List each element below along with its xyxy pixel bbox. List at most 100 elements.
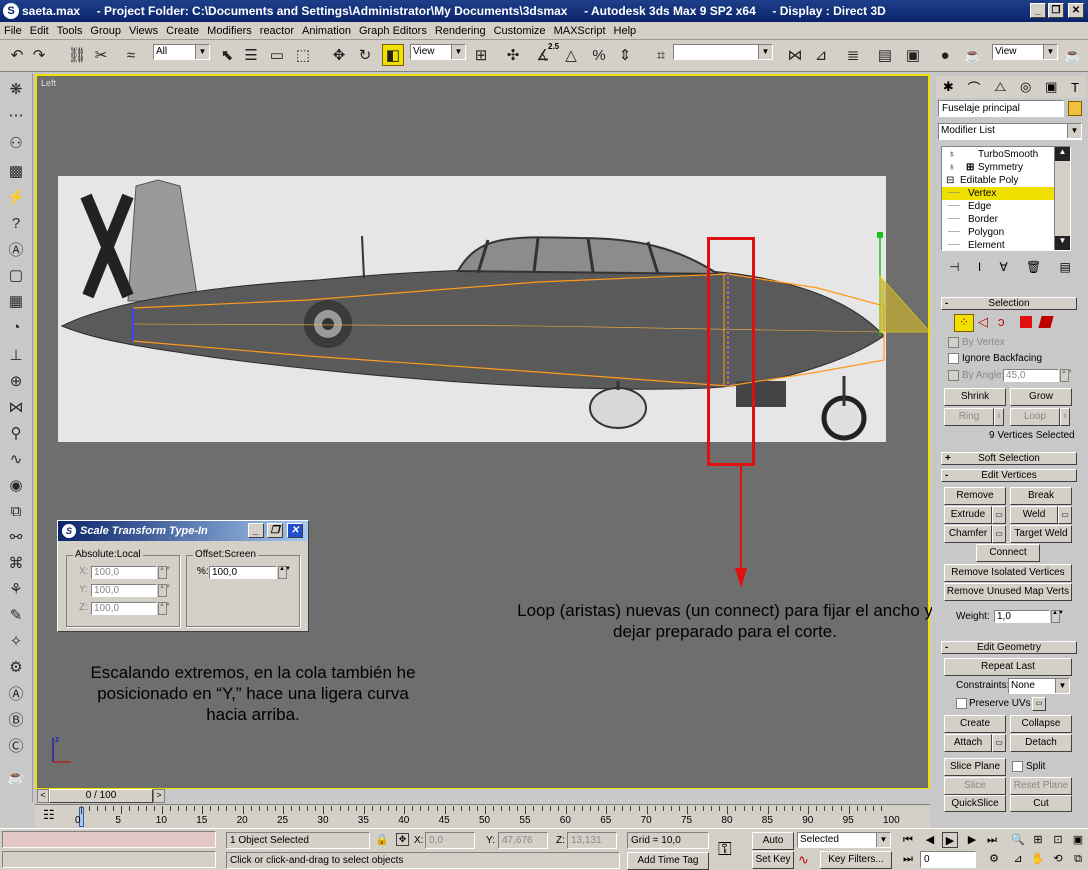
coord-z-field[interactable]: 13,131 (567, 832, 617, 849)
pivot-center-icon[interactable]: ⊞ (470, 44, 492, 66)
stack-item-editable-poly[interactable]: ⊟ Editable Poly (942, 174, 1054, 187)
weld-button[interactable]: Weld (1010, 506, 1058, 524)
by-vertex-checkbox[interactable] (948, 337, 959, 348)
menu-customize[interactable]: Customize (490, 25, 550, 37)
set-key-button[interactable]: Set Key (752, 851, 794, 869)
menu-modifiers[interactable]: Modifiers (203, 25, 256, 37)
loop-spinner[interactable]: ⇕ (1060, 408, 1070, 426)
teapot-b-icon[interactable]: Ⓑ (5, 709, 27, 729)
key-filters-button[interactable]: Key Filters... (820, 851, 892, 869)
object-color-swatch[interactable] (1068, 101, 1082, 116)
curve-editor-icon[interactable]: ▤ (874, 44, 896, 66)
mirror-tool-icon[interactable]: ⋈ (5, 397, 27, 417)
stack-item-element[interactable]: ┄┄ Element (942, 239, 1054, 250)
stack-item-polygon[interactable]: ┄┄ Polygon (942, 226, 1054, 239)
sphere-icon[interactable]: ◉ (5, 475, 27, 495)
bone-icon[interactable]: ⚯ (5, 527, 27, 547)
absolute-x-input[interactable]: 100,0 ▲▼ (91, 566, 171, 579)
maxscript-listener[interactable] (2, 831, 216, 848)
show-end-result-icon[interactable]: Ι (978, 260, 981, 274)
collapse-icon[interactable]: ⊟ (946, 174, 954, 187)
magnet-icon[interactable]: ⚲ (5, 423, 27, 443)
loop-button[interactable]: Loop (1010, 408, 1060, 426)
offset-percent-input[interactable]: 100,0 ▲▼ (209, 566, 291, 579)
dialog-maximize-icon[interactable]: ❐ (267, 523, 283, 538)
extrude-button[interactable]: Extrude (944, 506, 992, 524)
spinner-snap-icon[interactable]: ⇕ (614, 44, 636, 66)
connect-button[interactable]: Connect (976, 544, 1040, 562)
edit-vertices-rollout-header[interactable]: - Edit Vertices (941, 469, 1077, 482)
shrink-button[interactable]: Shrink (944, 388, 1006, 406)
wand-icon[interactable]: ✧ (5, 631, 27, 651)
modify-tab-icon[interactable]: ⌒ (967, 78, 980, 97)
coord-x-field[interactable]: 0,0 (425, 832, 475, 849)
edge-mode-icon[interactable]: ◁ (978, 314, 988, 330)
teapot-icon[interactable]: ☕ (5, 767, 27, 787)
redo-icon[interactable]: ↷ (28, 44, 50, 66)
render-view-dropdown[interactable]: View ▼ (992, 44, 1058, 60)
menu-views[interactable]: Views (125, 25, 162, 37)
rotate-icon[interactable]: ↻ (354, 44, 376, 66)
configure-sets-icon[interactable]: ▤ (1060, 260, 1071, 274)
select-by-name-icon[interactable]: ☰ (240, 44, 262, 66)
attach-list-icon[interactable]: ▭ (992, 734, 1006, 752)
angle-snap-icon[interactable]: △ (560, 44, 582, 66)
break-button[interactable]: Break (1010, 487, 1072, 505)
hierarchy-icon[interactable]: ⊥ (5, 345, 27, 365)
bind-space-warp-icon[interactable]: ≈ (120, 44, 142, 66)
remove-unused-map-verts-button[interactable]: Remove Unused Map Verts (944, 583, 1072, 601)
remove-button[interactable]: Remove (944, 487, 1006, 505)
weight-input[interactable]: 1,0 ▲▼ (994, 610, 1064, 623)
gauge-icon[interactable]: ◔ (5, 317, 27, 337)
stack-item-symmetry[interactable]: ♁ ⊞ Symmetry (942, 161, 1054, 174)
stack-item-vertex[interactable]: ┄┄ Vertex (942, 187, 1054, 200)
add-time-tag-button[interactable]: Add Time Tag (627, 852, 709, 870)
extrude-settings-icon[interactable]: ▭ (992, 506, 1006, 524)
element-mode-icon[interactable] (1038, 316, 1054, 328)
time-config-icon[interactable]: ⚙ (986, 851, 1002, 867)
close-icon[interactable]: ✕ (1068, 3, 1084, 18)
key-icon[interactable]: ⚿ (718, 839, 732, 860)
grow-button[interactable]: Grow (1010, 388, 1072, 406)
vertex-mode-icon[interactable]: ⁘ (954, 314, 974, 332)
zoom-all-icon[interactable]: ⊞ (1030, 832, 1046, 848)
detach-button[interactable]: Detach (1010, 734, 1072, 752)
lattice-icon[interactable]: ⌘ (5, 553, 27, 573)
scale-gizmo[interactable] (862, 216, 932, 356)
move-icon[interactable]: ✥ (328, 44, 350, 66)
preserve-uvs-checkbox[interactable] (956, 698, 967, 709)
attach-button[interactable]: Attach (944, 734, 992, 752)
ignore-backfacing-checkbox[interactable] (948, 353, 959, 364)
border-mode-icon[interactable]: ↄ (998, 314, 1005, 329)
ring-spinner[interactable]: ⇕ (994, 408, 1004, 426)
hierarchy-tab-icon[interactable]: ⧍ (994, 79, 1006, 95)
constraints-dropdown[interactable]: None ▼ (1008, 678, 1070, 694)
time-prev-icon[interactable]: < (37, 789, 49, 803)
shape-tool-icon[interactable]: ⚡ (5, 187, 27, 207)
teapot-grid-icon[interactable]: ⚙ (5, 657, 27, 677)
render-scene-icon[interactable]: ☕ (962, 44, 984, 66)
menu-edit[interactable]: Edit (26, 25, 53, 37)
bulb-icon[interactable]: ♁ (948, 148, 956, 161)
motion-tab-icon[interactable]: ◎ (1020, 79, 1031, 95)
soft-selection-rollout-header[interactable]: + Soft Selection (941, 452, 1077, 465)
dialog-minimize-icon[interactable]: _ (248, 523, 264, 538)
viewport-left[interactable]: Left Loop (aristas) nuevas (un connect) … (35, 74, 933, 790)
make-unique-icon[interactable]: ∀ (1000, 260, 1008, 274)
scroll-down-icon[interactable]: ▼ (1055, 236, 1070, 250)
dialog-title-bar[interactable]: S Scale Transform Type-In _ ❐ ✕ (58, 521, 308, 541)
menu-animation[interactable]: Animation (298, 25, 355, 37)
absolute-y-input[interactable]: 100,0 ▲▼ (91, 584, 171, 597)
menu-help[interactable]: Help (610, 25, 641, 37)
orbit-icon[interactable]: ⟲ (1050, 851, 1066, 867)
edit-geometry-rollout-header[interactable]: - Edit Geometry (941, 641, 1077, 654)
maxscript-output[interactable] (2, 851, 216, 868)
ring-button[interactable]: Ring (944, 408, 994, 426)
preserve-uvs-settings-icon[interactable]: ▭ (1032, 697, 1046, 711)
lock-icon[interactable]: 🔒 (375, 833, 389, 846)
key-mode-dropdown[interactable]: Selected ▼ (797, 832, 891, 848)
zoom-extents-all-icon[interactable]: ▣ (1070, 832, 1086, 848)
stack-item-turbosmooth[interactable]: ♁ TurboSmooth (942, 148, 1054, 161)
next-frame-icon[interactable]: ▶ (964, 832, 980, 848)
window-crossing-icon[interactable]: ⬚ (292, 44, 314, 66)
